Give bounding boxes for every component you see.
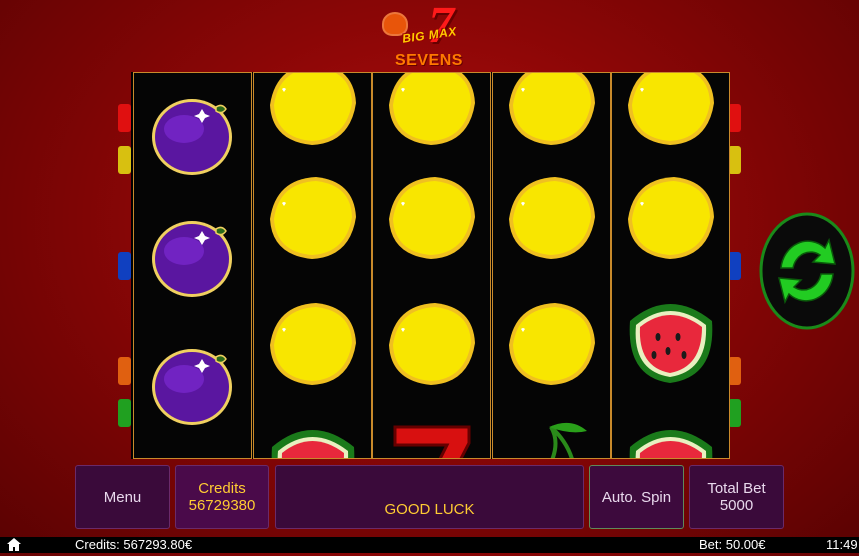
lemon-symbol xyxy=(262,165,362,269)
auto-spin-button[interactable]: Auto. Spin xyxy=(589,465,684,529)
seven-symbol xyxy=(381,417,481,458)
status-bet: Bet: 50.00€ xyxy=(699,537,766,552)
reel-3 xyxy=(372,72,491,459)
left-payline-marker xyxy=(118,146,131,174)
credits-display: Credits 56729380 xyxy=(175,465,269,529)
total-bet-label: Total Bet xyxy=(707,480,766,497)
plum-symbol xyxy=(142,207,242,311)
lemon-symbol xyxy=(501,291,601,395)
reel-1 xyxy=(133,72,252,459)
total-bet-button[interactable]: Total Bet 5000 xyxy=(689,465,784,529)
watermelon-symbol xyxy=(620,291,720,395)
cherry-symbol xyxy=(501,417,601,458)
left-payline-marker xyxy=(118,252,131,280)
refresh-arrows-icon xyxy=(759,212,855,330)
lemon-symbol xyxy=(381,291,481,395)
watermelon-symbol xyxy=(262,417,362,458)
total-bet-value: 5000 xyxy=(719,497,754,514)
message-panel: GOOD LUCK xyxy=(275,465,584,529)
lemon-symbol xyxy=(620,165,720,269)
lemon-symbol xyxy=(381,73,481,155)
lemon-symbol xyxy=(501,73,601,155)
watermelon-symbol xyxy=(620,417,720,458)
left-payline-marker xyxy=(118,104,131,132)
menu-button[interactable]: Menu xyxy=(75,465,170,529)
lemon-symbol xyxy=(501,165,601,269)
status-credits: Credits: 567293.80€ xyxy=(75,537,193,552)
reels-area xyxy=(131,72,730,459)
lemon-symbol xyxy=(620,73,720,155)
credits-label: Credits xyxy=(198,480,246,497)
game-logo: 7 BIG MAX SEVENS xyxy=(380,0,480,72)
reel-4 xyxy=(492,72,611,459)
status-bar: Credits: 567293.80€ Bet: 50.00€ 11:49 xyxy=(0,537,859,553)
lemon-symbol xyxy=(262,291,362,395)
logo-sevens: SEVENS xyxy=(395,52,463,69)
plum-symbol xyxy=(142,335,242,439)
auto-spin-label: Auto. Spin xyxy=(601,488,672,506)
reel-2 xyxy=(253,72,372,459)
lemon-symbol xyxy=(381,165,481,269)
home-icon[interactable] xyxy=(6,537,22,556)
status-time: 11:49 xyxy=(826,537,858,552)
slot-game-screen: { "logo": {"line1": "BIG MAX", "digit": … xyxy=(0,0,859,553)
credits-value: 56729380 xyxy=(188,497,256,514)
left-payline-marker xyxy=(118,399,131,427)
plum-symbol xyxy=(142,85,242,189)
control-bar: Menu Credits 56729380 GOOD LUCK Auto. Sp… xyxy=(0,459,859,537)
reel-5 xyxy=(611,72,730,459)
lemon-symbol xyxy=(262,73,362,155)
message-text: GOOD LUCK xyxy=(384,501,475,518)
menu-button-label: Menu xyxy=(103,488,142,506)
left-payline-marker xyxy=(118,357,131,385)
spin-button[interactable] xyxy=(759,212,855,330)
